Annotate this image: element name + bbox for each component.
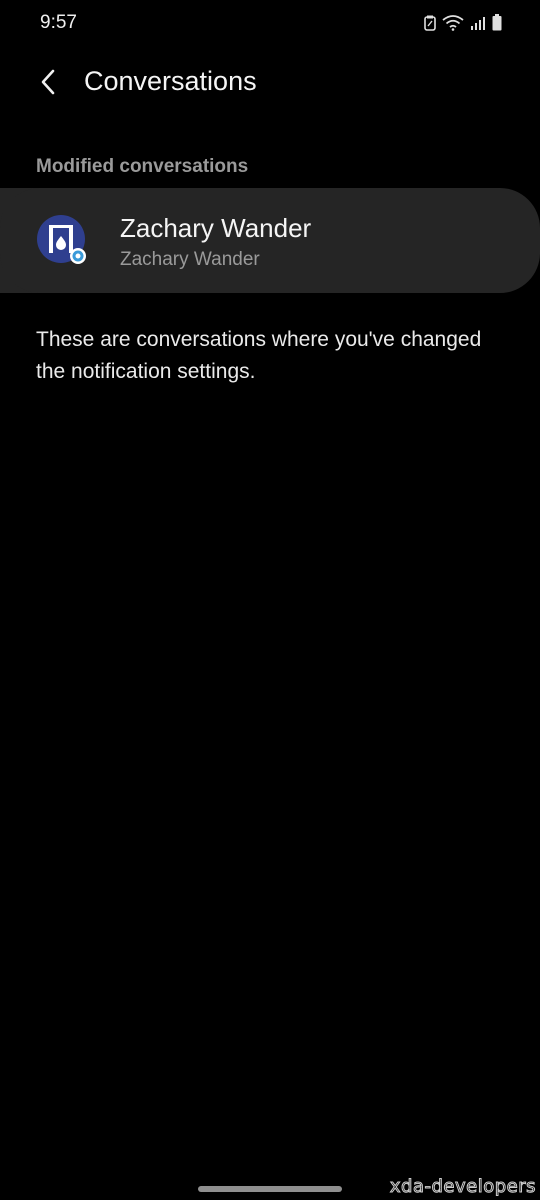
- chevron-left-icon: [38, 68, 58, 101]
- page-title: Conversations: [84, 66, 257, 96]
- status-time: 9:57: [40, 12, 77, 33]
- gesture-handle[interactable]: [198, 1186, 342, 1192]
- back-button[interactable]: [28, 64, 68, 104]
- watermark-logo: xda-developers: [389, 1176, 536, 1198]
- nfc-icon: [424, 15, 436, 31]
- app-bar: Conversations: [0, 56, 540, 112]
- messaging-app-icon: [36, 214, 86, 264]
- contact-name: Zachary Wander: [120, 213, 312, 243]
- status-bar: 9:57: [0, 0, 540, 48]
- contact-subtitle: Zachary Wander: [120, 249, 260, 270]
- signal-icon: [470, 15, 486, 31]
- battery-icon: [492, 14, 502, 31]
- wifi-icon: [442, 14, 464, 31]
- description-text: These are conversations where you've cha…: [36, 328, 482, 383]
- status-icons: [424, 14, 502, 31]
- section-header: Modified conversations: [36, 156, 249, 177]
- conversation-item[interactable]: Zachary Wander Zachary Wander: [0, 188, 540, 293]
